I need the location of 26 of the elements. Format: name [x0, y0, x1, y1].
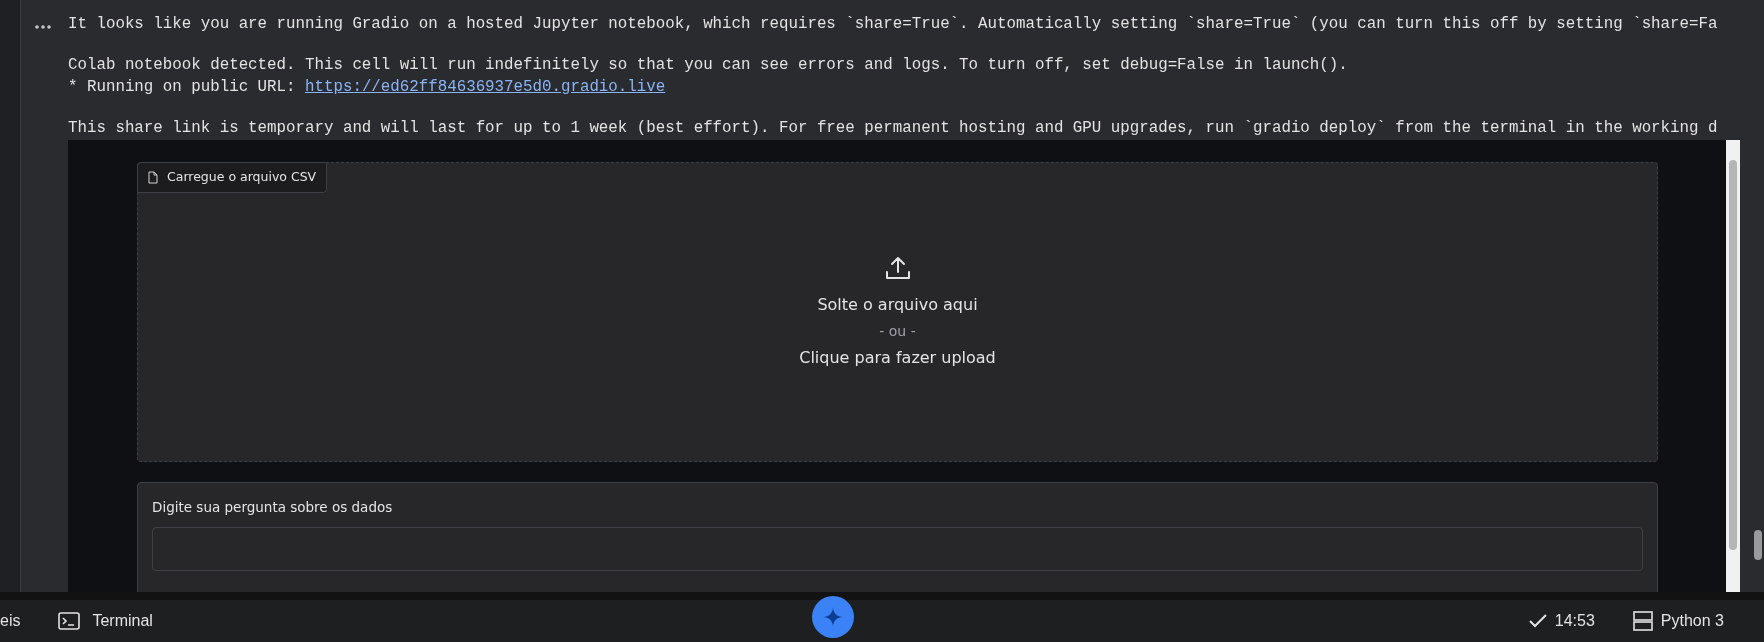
output-line-text: Colab notebook detected. This cell will run indefinitely so that you can see errors and logs. To turn off, set debug=False in launch(). [68, 56, 1348, 74]
page-scrollbar-thumb[interactable] [1754, 530, 1762, 560]
question-label: Digite sua pergunta sobre os dados [152, 498, 393, 517]
file-icon [148, 170, 158, 184]
terminal-tab[interactable]: Terminal [92, 609, 153, 633]
public-url-link[interactable]: https://ed62ff84636937e5d0.gradio.live [305, 78, 666, 96]
click-to-upload-text: Clique para fazer upload [799, 346, 996, 369]
checkmark-icon [1528, 614, 1547, 628]
terminal-icon [58, 612, 81, 630]
upload-icon [884, 254, 911, 281]
or-text: - ou - [879, 321, 916, 341]
file-drop-zone[interactable]: Carregue o arquivo CSV Solte o arquivo aqui - ou - Clique para fazer upload [137, 162, 1658, 462]
scrollbar[interactable] [1726, 140, 1740, 592]
variables-tab[interactable]: eis [0, 609, 21, 633]
sparkle-icon [823, 607, 843, 627]
upload-label: Carregue o arquivo CSV [167, 168, 317, 186]
more-icon[interactable] [35, 24, 51, 29]
output-line-text: It looks like you are running Gradio on a hosted Jupyter notebook, which requires `share=True`. Automatically setting `share=True` (you can turn this off by setting `share=Fa [68, 15, 1718, 33]
output-line-text: This share link is temporary and will last for up to 1 week (best effort). For free permanent hosting and GPU upgrades, run `gradio deploy` from the terminal in the working d [68, 119, 1718, 137]
server-icon [1632, 611, 1653, 631]
output-line-text: * Running on public URL: [68, 78, 297, 96]
execution-time: 14:53 [1554, 611, 1595, 631]
runtime-status[interactable]: Python 3 [1660, 609, 1724, 633]
gemini-button[interactable] [812, 596, 854, 638]
question-input-field[interactable] [152, 527, 1643, 572]
drop-text: Solte o arquivo aqui [817, 293, 978, 316]
